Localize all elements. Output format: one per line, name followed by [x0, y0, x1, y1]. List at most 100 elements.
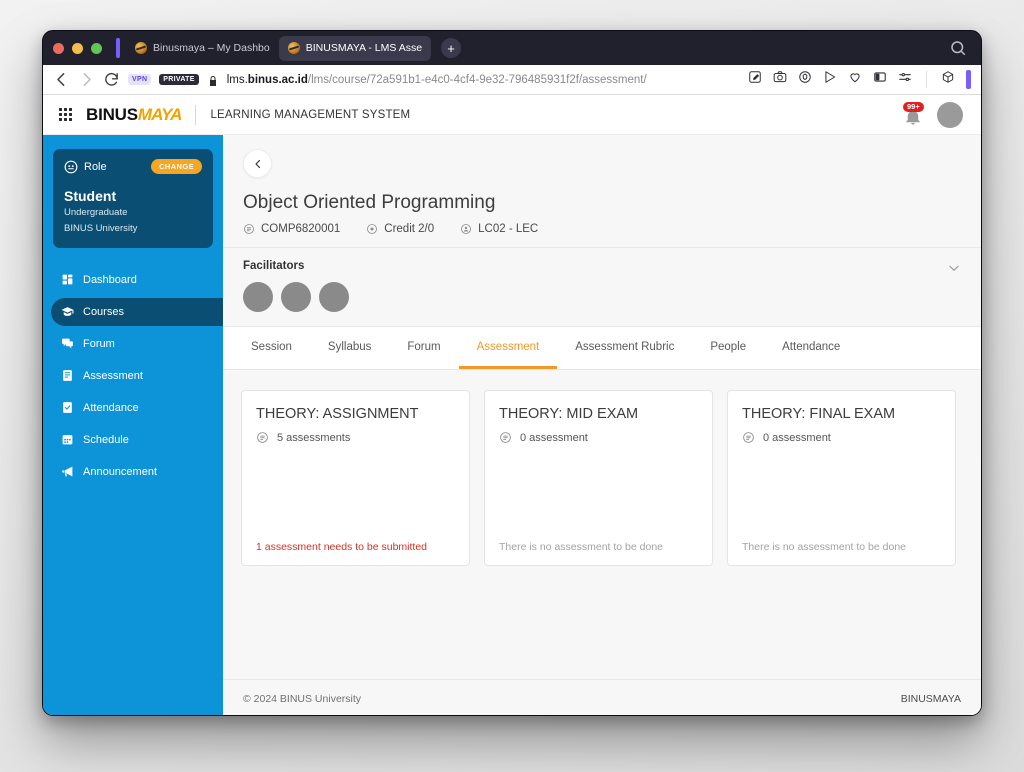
list-circle-icon [257, 432, 268, 443]
role-name: Student [64, 188, 117, 204]
course-header: Object Oriented Programming COMP6820001 … [223, 135, 981, 248]
search-icon[interactable] [949, 39, 967, 57]
list-circle-icon [500, 432, 511, 443]
window-traffic-lights [53, 42, 102, 54]
heart-icon[interactable] [848, 70, 862, 89]
camera-icon[interactable] [773, 70, 787, 89]
favicon-icon [135, 42, 147, 54]
card-count: 0 assessment [742, 431, 941, 444]
app-header: BINUSMAYA LEARNING MANAGEMENT SYSTEM 99+ [43, 95, 981, 135]
back-arrow-icon[interactable] [53, 71, 70, 88]
shield-icon[interactable] [798, 70, 812, 89]
facilitator-avatar[interactable] [319, 282, 349, 312]
course-code-icon [244, 224, 254, 234]
sidebar-item-attendance[interactable]: Attendance [51, 394, 223, 422]
main-content: Object Oriented Programming COMP6820001 … [223, 135, 981, 715]
send-icon[interactable] [823, 70, 837, 89]
sidebar-item-label: Courses [83, 305, 124, 318]
list-circle-icon [743, 432, 754, 443]
new-tab-button[interactable]: + [441, 38, 462, 58]
assessment-card-final-exam[interactable]: THEORY: FINAL EXAM 0 assessment There is… [727, 390, 956, 566]
graduation-cap-icon [61, 307, 74, 316]
lock-icon[interactable] [207, 74, 219, 86]
calendar-icon [62, 435, 73, 445]
sidebar-item-label: Forum [83, 337, 115, 350]
course-class: LC02 - LEC [460, 223, 538, 235]
assessment-card-mid-exam[interactable]: THEORY: MID EXAM 0 assessment There is n… [484, 390, 713, 566]
vpn-badge[interactable]: VPN [128, 74, 152, 85]
browser-window: Binusmaya – My Dashbo BINUSMAYA - LMS As… [42, 30, 982, 716]
browser-toolbar: VPN PRIVATE lms.binus.ac.id/lms/course/7… [43, 65, 981, 95]
logo-primary: BINUS [86, 104, 138, 124]
change-role-button[interactable]: CHANGE [151, 159, 202, 174]
profile-indicator[interactable] [966, 70, 971, 89]
browser-tab-1[interactable]: Binusmaya – My Dashbo [126, 36, 279, 61]
logo-secondary: MAYA [137, 104, 183, 124]
facilitator-avatar[interactable] [243, 282, 273, 312]
extension-icon[interactable] [941, 70, 955, 89]
sidebar-item-announcement[interactable]: Announcement [51, 458, 223, 486]
forum-icon [62, 338, 73, 349]
binusmaya-logo[interactable]: BINUSMAYA [86, 104, 183, 125]
page-body: Role CHANGE Student Undergraduate BINUS … [43, 135, 981, 715]
card-status: There is no assessment to be done [742, 541, 907, 553]
role-face-icon [64, 160, 78, 173]
footer-copyright: © 2024 BINUS University [243, 692, 362, 705]
sidebar-item-courses[interactable]: Courses [51, 297, 223, 326]
attendance-icon [63, 402, 72, 414]
assessment-icon [63, 370, 72, 382]
private-badge[interactable]: PRIVATE [159, 74, 199, 85]
user-avatar[interactable] [937, 101, 963, 128]
apps-grid-icon[interactable] [59, 108, 72, 121]
toolbar-divider [926, 71, 927, 88]
tab-assessment[interactable]: Assessment [458, 327, 558, 369]
chevron-left-icon [254, 159, 260, 168]
facilitator-avatar[interactable] [281, 282, 311, 312]
tab-attendance[interactable]: Attendance [764, 327, 858, 369]
course-meta: COMP6820001 Credit 2/0 LC02 - LEC [243, 223, 961, 235]
role-card: Role CHANGE Student Undergraduate BINUS … [53, 149, 213, 248]
course-tabs: Session Syllabus Forum Assessment Assess… [223, 327, 981, 370]
maximize-window-button[interactable] [91, 42, 102, 54]
sidebar-item-assessment[interactable]: Assessment [51, 362, 223, 390]
favicon-icon [287, 42, 300, 54]
browser-tab-2[interactable]: BINUSMAYA - LMS Asse [278, 35, 432, 61]
page-title: Object Oriented Programming [243, 192, 496, 213]
card-count: 0 assessment [499, 431, 698, 444]
facilitators-section: Facilitators [223, 248, 981, 327]
page-viewport: BINUSMAYA LEARNING MANAGEMENT SYSTEM 99+ [43, 95, 981, 715]
reader-mode-icon[interactable] [873, 70, 887, 89]
forward-arrow-icon [78, 71, 95, 88]
role-card-header: Role CHANGE [64, 159, 202, 174]
settings-sliders-icon[interactable] [898, 70, 912, 89]
browser-tab-2-label: BINUSMAYA - LMS Asse [305, 42, 423, 54]
header-divider [195, 104, 197, 125]
sidebar-item-label: Schedule [83, 433, 129, 446]
address-bar-url[interactable]: lms.binus.ac.id/lms/course/72a591b1-e4c0… [227, 74, 740, 86]
assessment-card-assignment[interactable]: THEORY: ASSIGNMENT 5 assessments 1 asses… [241, 390, 470, 566]
tab-forum[interactable]: Forum [389, 327, 458, 369]
facilitators-avatars [243, 282, 961, 312]
dashboard-icon [62, 274, 73, 285]
tab-session[interactable]: Session [233, 327, 310, 369]
back-button[interactable] [243, 149, 272, 178]
edit-icon[interactable] [748, 70, 762, 89]
reload-icon[interactable] [103, 71, 120, 88]
notifications-button[interactable]: 99+ [903, 101, 924, 126]
card-count-label: 0 assessment [520, 431, 588, 444]
minimize-window-button[interactable] [72, 42, 83, 54]
tab-syllabus[interactable]: Syllabus [310, 327, 389, 369]
sidebar-item-schedule[interactable]: Schedule [51, 426, 223, 454]
chevron-down-icon[interactable] [947, 261, 961, 275]
sidebar-item-label: Attendance [83, 401, 139, 414]
tab-group-indicator [116, 38, 120, 58]
course-code-label: COMP6820001 [261, 223, 341, 235]
close-window-button[interactable] [53, 42, 64, 54]
desktop-background: Binusmaya – My Dashbo BINUSMAYA - LMS As… [0, 0, 1024, 772]
tab-people[interactable]: People [692, 327, 764, 369]
card-status: There is no assessment to be done [499, 541, 664, 553]
sidebar-item-dashboard[interactable]: Dashboard [51, 266, 223, 294]
browser-tab-1-label: Binusmaya – My Dashbo [153, 42, 270, 54]
tab-assessment-rubric[interactable]: Assessment Rubric [557, 327, 692, 369]
sidebar-item-forum[interactable]: Forum [51, 330, 223, 358]
